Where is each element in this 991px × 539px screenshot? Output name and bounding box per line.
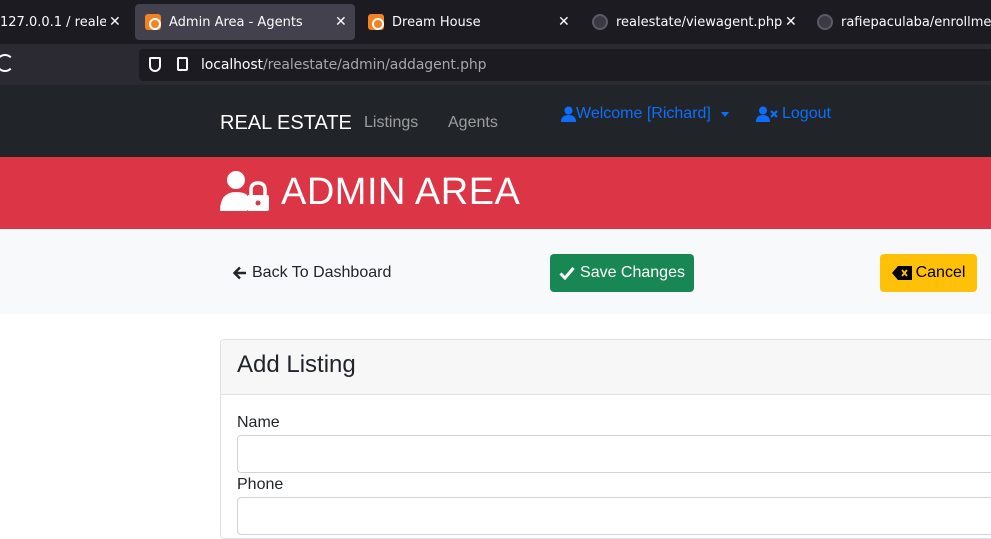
shield-icon[interactable] [149,57,161,72]
tab-title: rafiepaculaba/enrollment: a p [841,14,991,30]
backspace-icon [891,266,912,280]
url-path: /realestate/admin/addagent.php [262,57,487,73]
card-header: Add Listing [221,340,991,395]
phone-label: Phone [237,476,284,493]
name-field[interactable] [237,435,991,473]
close-tab-icon[interactable]: ✕ [109,14,121,30]
page-title: ADMIN AREA [281,171,521,213]
user-dropdown[interactable]: Welcome [Richard] [561,105,729,123]
chevron-down-icon [720,111,729,117]
xampp-icon [145,14,161,30]
url-bar[interactable]: localhost/realestate/admin/addagent.php [139,49,991,81]
tab-title: 127.0.0.1 / realestate [0,14,106,30]
github-icon [592,14,608,30]
browser-tab[interactable]: Dream House ✕ [368,4,578,40]
xampp-icon [368,14,384,30]
logout-link[interactable]: Logout [756,105,831,123]
save-label: Save Changes [580,264,685,281]
close-tab-icon[interactable]: ✕ [335,14,347,30]
arrow-left-icon [233,266,246,280]
phone-field[interactable] [237,497,991,535]
nav-link-listings[interactable]: Listings [364,114,418,132]
close-tab-icon[interactable]: ✕ [785,14,797,30]
browser-tab[interactable]: rafiepaculaba/enrollment: a p [817,4,991,40]
user-icon [561,106,576,122]
nav-link-agents[interactable]: Agents [448,114,498,132]
url-text[interactable]: localhost/realestate/admin/addagent.php [201,57,487,73]
close-tab-icon[interactable]: ✕ [558,14,570,30]
tab-title: Dream House [392,14,481,30]
browser-tab[interactable]: 127.0.0.1 / realestate ✕ [0,4,130,40]
tab-title: Admin Area - Agents [169,14,303,30]
add-listing-card: Add Listing Name Phone [220,339,991,539]
browser-toolbar: localhost/realestate/admin/addagent.php [0,44,991,85]
browser-tab-strip: 127.0.0.1 / realestate ✕ Admin Area - Ag… [0,0,991,44]
name-label: Name [237,414,280,431]
check-icon [559,267,575,280]
action-bar: Back To Dashboard Save Changes Cancel [0,229,991,314]
cancel-button[interactable]: Cancel [880,254,977,292]
card-title: Add Listing [237,351,356,378]
browser-tab[interactable]: realestate/viewagent.php at ma ✕ [592,4,802,40]
back-to-dashboard-link[interactable]: Back To Dashboard [233,264,391,282]
welcome-label: Welcome [Richard] [576,105,711,122]
reload-icon[interactable] [0,54,14,72]
user-times-icon [756,106,778,122]
save-changes-button[interactable]: Save Changes [550,254,694,292]
site-navbar: REAL ESTATE Listings Agents Welcome [Ric… [0,85,991,157]
url-host: localhost [201,57,263,73]
github-icon [817,14,833,30]
user-lock-icon [220,171,269,211]
cancel-label: Cancel [915,264,966,281]
logout-label: Logout [782,105,831,122]
admin-header: ADMIN AREA [0,157,991,229]
brand-logo[interactable]: REAL ESTATE [220,112,352,135]
tab-title: realestate/viewagent.php at ma [616,14,786,30]
browser-tab-active[interactable]: Admin Area - Agents ✕ [135,4,355,40]
back-label: Back To Dashboard [252,264,392,281]
page-icon [177,57,188,71]
